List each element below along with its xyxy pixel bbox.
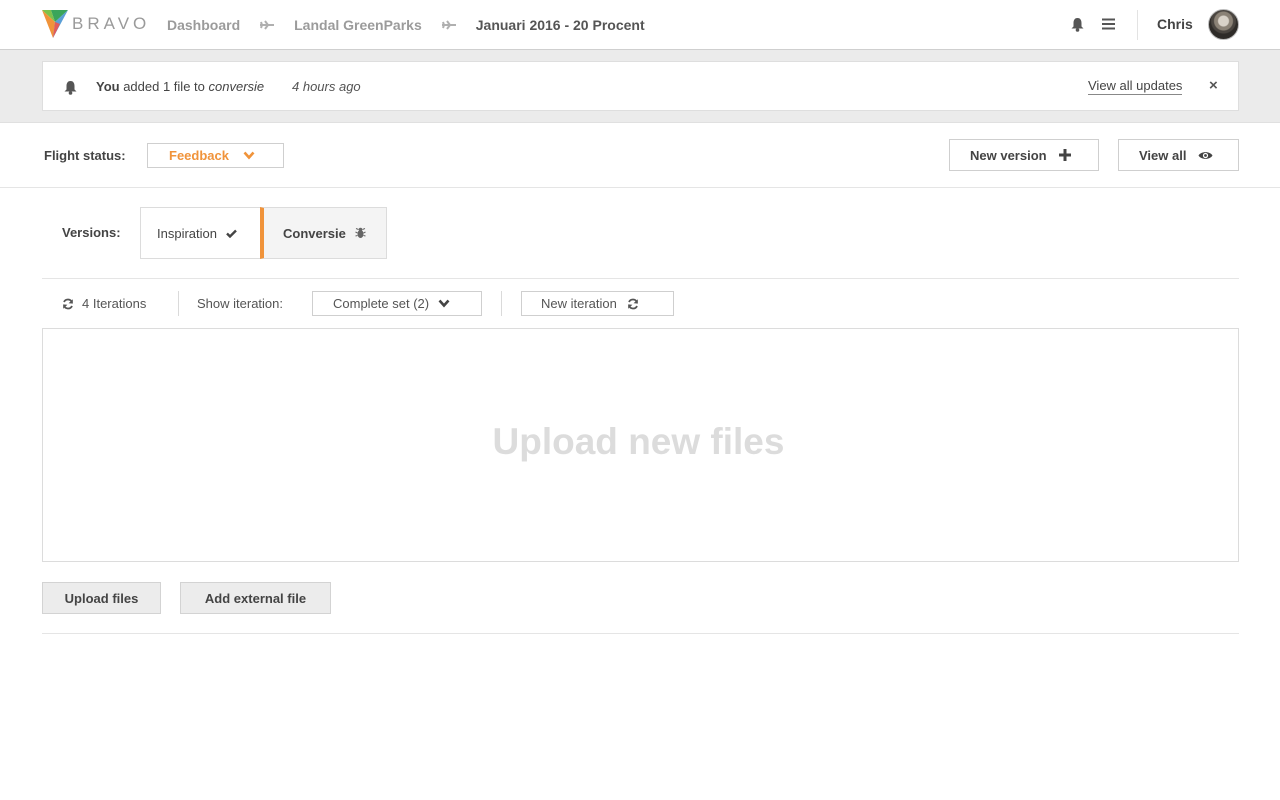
logo-text: BRAVO — [72, 14, 151, 33]
notification-band: You added 1 file to conversie 4 hours ag… — [0, 50, 1280, 123]
avatar[interactable] — [1208, 9, 1239, 40]
iteration-count: 4 Iterations — [62, 296, 146, 311]
notification-bar: You added 1 file to conversie 4 hours ag… — [42, 61, 1239, 111]
bell-icon — [64, 81, 77, 95]
versions-label: Versions: — [62, 225, 121, 240]
bravo-logo-icon — [42, 10, 68, 38]
flight-status-select[interactable]: Feedback — [147, 143, 284, 168]
version-tab-conversie[interactable]: Conversie — [260, 207, 387, 259]
iteration-divider — [178, 291, 179, 316]
flight-status-value: Feedback — [169, 148, 229, 163]
version-tab-inspiration[interactable]: Inspiration — [140, 207, 261, 259]
breadcrumb-current: Januari 2016 - 20 Procent — [475, 17, 645, 33]
eye-icon — [1198, 151, 1213, 159]
user-name[interactable]: Chris — [1157, 16, 1193, 32]
new-version-label: New version — [970, 147, 1047, 163]
bravo-logo[interactable]: BRAVO — [42, 9, 150, 39]
iteration-count-label: 4 Iterations — [82, 296, 147, 311]
navbar-divider — [1137, 10, 1138, 40]
add-external-file-button[interactable]: Add external file — [180, 582, 331, 614]
breadcrumb: Dashboard Landal GreenParks Januari 2016… — [167, 0, 645, 50]
plane-separator-icon — [260, 20, 275, 30]
view-all-button[interactable]: View all — [1118, 139, 1239, 171]
flight-status-row: Flight status: Feedback New version View… — [0, 123, 1280, 188]
close-icon[interactable]: × — [1209, 78, 1218, 93]
section-divider — [42, 278, 1239, 279]
notification-time: 4 hours ago — [292, 79, 361, 94]
menu-icon[interactable] — [1102, 18, 1115, 30]
view-all-updates-link[interactable]: View all updates — [1088, 78, 1183, 95]
new-version-button[interactable]: New version — [949, 139, 1099, 171]
show-iteration-label: Show iteration: — [197, 296, 283, 311]
upload-files-button[interactable]: Upload files — [42, 582, 161, 614]
bug-icon — [355, 227, 366, 238]
plane-separator-icon — [441, 20, 456, 30]
iteration-select-value: Complete set (2) — [333, 296, 430, 311]
notification-actor: You — [96, 79, 120, 94]
plus-icon — [1058, 149, 1071, 161]
chevron-down-icon — [438, 299, 450, 308]
version-tab-label: Conversie — [283, 225, 346, 241]
new-iteration-label: New iteration — [541, 296, 617, 311]
view-all-label: View all — [1139, 147, 1187, 163]
check-icon — [226, 229, 237, 238]
refresh-icon — [628, 298, 638, 309]
bell-icon[interactable] — [1071, 17, 1084, 32]
upload-placeholder: Upload new files — [492, 421, 785, 462]
version-tab-label: Inspiration — [157, 225, 217, 241]
notification-target[interactable]: conversie — [209, 79, 265, 94]
breadcrumb-landal[interactable]: Landal GreenParks — [294, 17, 422, 33]
notification-action: added 1 file to — [119, 79, 209, 94]
flight-status-label: Flight status: — [44, 148, 126, 163]
upload-dropzone[interactable]: Upload new files — [42, 328, 1239, 562]
notification-message: You added 1 file to conversie — [96, 79, 264, 94]
iteration-divider — [501, 291, 502, 316]
section-divider — [42, 633, 1239, 634]
breadcrumb-dashboard[interactable]: Dashboard — [167, 17, 240, 33]
refresh-icon — [63, 298, 73, 309]
new-iteration-button[interactable]: New iteration — [521, 291, 674, 316]
chevron-down-icon — [243, 151, 255, 160]
top-navbar: BRAVO Dashboard Landal GreenParks Januar… — [0, 0, 1280, 50]
iteration-select[interactable]: Complete set (2) — [312, 291, 482, 316]
